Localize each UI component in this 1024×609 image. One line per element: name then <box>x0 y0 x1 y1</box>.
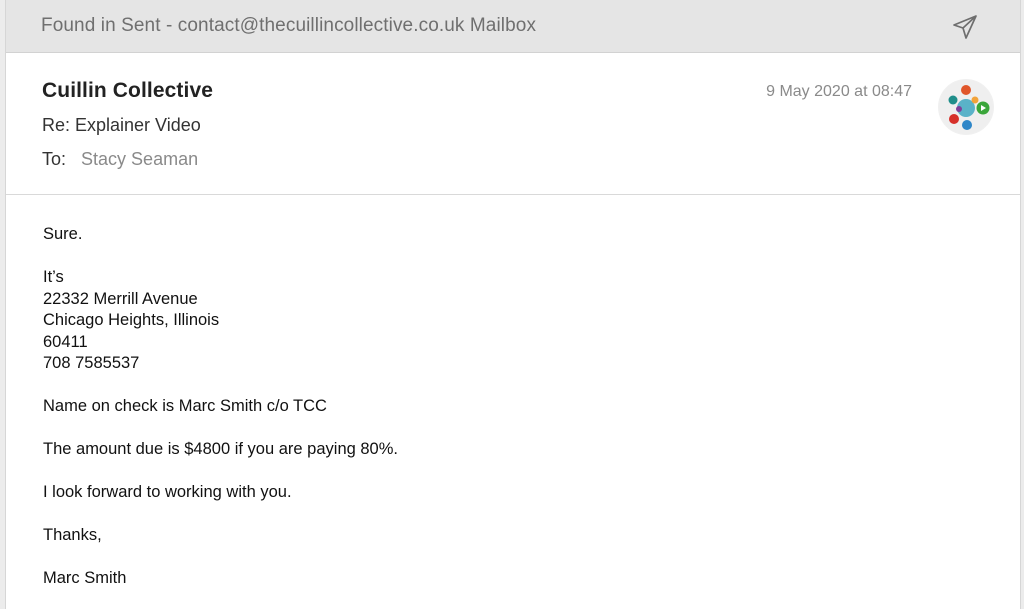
to-label: To: <box>42 149 67 169</box>
body-greeting: Sure. <box>43 225 83 243</box>
header-divider <box>6 194 1020 195</box>
body-paragraph: The amount due is $4800 if you are payin… <box>43 440 398 458</box>
body-signoff: Thanks, <box>43 526 102 544</box>
address-line: It’s <box>43 268 64 286</box>
body-paragraph: I look forward to working with you. <box>43 483 292 501</box>
sender-name[interactable]: Cuillin Collective <box>42 79 213 103</box>
mail-viewer-window: Found in Sent - contact@thecuillincollec… <box>5 0 1021 609</box>
recipient-row: To: Stacy Seaman <box>42 149 198 170</box>
message-header: Cuillin Collective Re: Explainer Video T… <box>6 53 1020 193</box>
phone-number[interactable]: 708 7585537 <box>43 353 943 375</box>
body-paragraph: Name on check is Marc Smith c/o TCC <box>43 397 327 415</box>
address-line: 60411 <box>43 332 88 351</box>
address-line: Chicago Heights, Illinois <box>43 311 220 329</box>
window-title: Found in Sent - contact@thecuillincollec… <box>41 15 537 36</box>
paper-plane-icon[interactable] <box>951 13 979 41</box>
address-block: It’s 22332 Merrill Avenue Chicago Height… <box>43 267 943 375</box>
title-bar: Found in Sent - contact@thecuillincollec… <box>6 0 1020 53</box>
body-signature: Marc Smith <box>43 569 127 587</box>
message-date: 9 May 2020 at 08:47 <box>766 83 912 100</box>
recipient-name[interactable]: Stacy Seaman <box>81 149 198 169</box>
sender-avatar[interactable] <box>938 79 994 135</box>
message-body: Sure. It’s 22332 Merrill Avenue Chicago … <box>43 224 943 609</box>
message-subject: Re: Explainer Video <box>42 115 201 135</box>
address-line: 22332 Merrill Avenue <box>43 289 198 308</box>
